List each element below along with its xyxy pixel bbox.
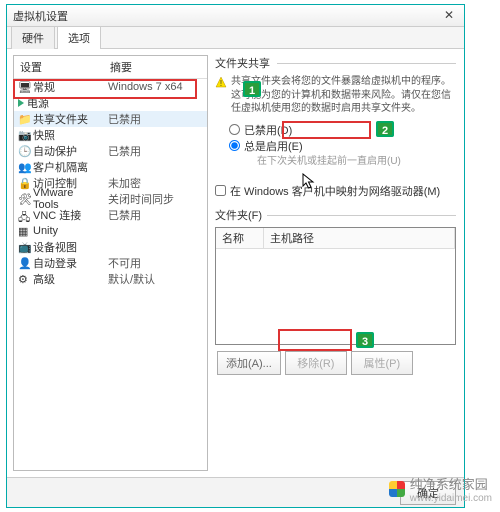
ok-button[interactable]: 确定: [400, 481, 456, 505]
power-icon: [18, 99, 24, 107]
col-summary: 摘要: [104, 56, 207, 78]
autoprotect-icon: 🕒: [18, 145, 30, 157]
list-item[interactable]: 🛠VMware Tools关闭时间同步: [14, 191, 207, 207]
tabs: 硬件 选项: [7, 27, 464, 49]
folders-list[interactable]: 名称 主机路径: [215, 227, 456, 345]
list-item[interactable]: 🖥常规Windows 7 x64: [14, 79, 207, 95]
dialog-body: 设置 摘要 🖥常规Windows 7 x64 电源 📁共享文件夹已禁用 📷快照 …: [7, 49, 464, 477]
right-panel: 文件夹共享 ! 共享文件夹会将您的文件暴露给虚拟机中的程序。这可能为您的计算机和…: [211, 49, 464, 477]
vmtools-icon: 🛠: [18, 193, 30, 205]
settings-list: 设置 摘要 🖥常规Windows 7 x64 电源 📁共享文件夹已禁用 📷快照 …: [13, 55, 208, 471]
group-folder-sharing: 文件夹共享: [215, 55, 456, 71]
remove-button: 移除(R): [285, 351, 347, 375]
snapshot-icon: 📷: [18, 129, 30, 141]
window-title: 虚拟机设置: [13, 8, 440, 24]
warning-icon: !: [215, 76, 227, 88]
folder-icon: 📁: [18, 113, 30, 125]
settings-dialog: 虚拟机设置 ✕ 硬件 选项 设置 摘要 🖥常规Windows 7 x64 电源 …: [6, 4, 465, 508]
sharing-radios: 已禁用(D) 总是启用(E) 在下次关机或挂起前一直启用(U): [215, 122, 456, 175]
list-item[interactable]: 📷快照: [14, 127, 207, 143]
autologin-icon: 👤: [18, 257, 30, 269]
col-hostpath: 主机路径: [264, 228, 455, 248]
list-item[interactable]: 👤自动登录不可用: [14, 255, 207, 271]
folders-list-header: 名称 主机路径: [216, 228, 455, 249]
radio-disabled[interactable]: 已禁用(D): [229, 122, 456, 138]
advanced-icon: ⚙: [18, 273, 30, 285]
close-icon[interactable]: ✕: [440, 8, 458, 24]
dialog-footer: 确定: [7, 477, 464, 507]
add-button[interactable]: 添加(A)...: [217, 351, 281, 375]
list-item[interactable]: 🕒自动保护已禁用: [14, 143, 207, 159]
checkbox-map-drive[interactable]: 在 Windows 客户机中映射为网络驱动器(M): [215, 183, 456, 199]
tab-options[interactable]: 选项: [57, 26, 101, 49]
col-settings: 设置: [14, 56, 104, 78]
isolation-icon: 👥: [18, 161, 30, 173]
tab-hardware[interactable]: 硬件: [11, 26, 55, 49]
folder-buttons: 添加(A)... 移除(R) 属性(P): [215, 351, 456, 375]
properties-button: 属性(P): [351, 351, 413, 375]
unity-icon: ▦: [18, 225, 30, 237]
list-item[interactable]: ⚙高级默认/默认: [14, 271, 207, 287]
list-item[interactable]: 👥客户机隔离: [14, 159, 207, 175]
svg-text:!: !: [220, 79, 222, 88]
list-header: 设置 摘要: [14, 56, 207, 79]
list-item[interactable]: ▦Unity: [14, 223, 207, 239]
vnc-icon: 🖧: [18, 209, 30, 221]
col-name: 名称: [216, 228, 264, 248]
general-icon: 🖥: [18, 81, 30, 93]
list-item-shared-folders[interactable]: 📁共享文件夹已禁用: [14, 111, 207, 127]
group-folders: 文件夹(F): [215, 207, 456, 223]
radio-until-poweroff: 在下次关机或挂起前一直启用(U): [229, 152, 456, 167]
title-bar: 虚拟机设置 ✕: [7, 5, 464, 27]
deviceview-icon: 📺: [18, 241, 30, 253]
list-item[interactable]: 📺设备视图: [14, 239, 207, 255]
list-item[interactable]: 🖧VNC 连接已禁用: [14, 207, 207, 223]
list-item[interactable]: 电源: [14, 95, 207, 111]
sharing-description: ! 共享文件夹会将您的文件暴露给虚拟机中的程序。这可能为您的计算机和数据带来风险…: [215, 75, 456, 116]
